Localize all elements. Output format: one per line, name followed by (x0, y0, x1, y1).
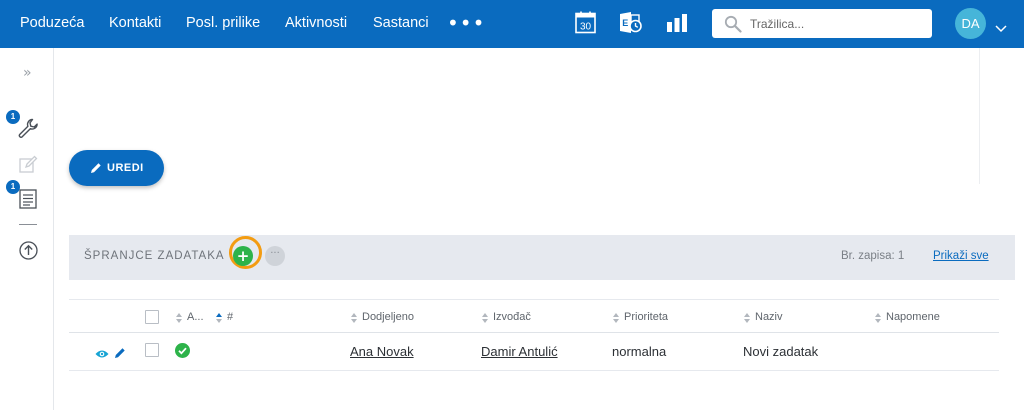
column-header-notes[interactable]: Napomene (886, 311, 940, 323)
sort-icon[interactable] (481, 311, 489, 329)
edit-pencil-icon[interactable] (114, 346, 126, 364)
more-options-button[interactable]: ··· (265, 246, 285, 266)
nav-more-button[interactable]: ••• (447, 13, 485, 33)
sort-icon[interactable] (743, 311, 751, 329)
nav-item-companies[interactable]: Poduzeća (20, 15, 85, 31)
pencil-square-icon (19, 155, 38, 179)
row-checkbox[interactable] (145, 343, 159, 357)
nav-item-contacts[interactable]: Kontakti (109, 15, 161, 31)
select-all-checkbox[interactable] (145, 310, 159, 324)
user-avatar[interactable]: DA (955, 8, 986, 39)
edit-button[interactable]: UREDI (69, 150, 164, 186)
wrench-icon[interactable] (18, 118, 39, 144)
table-top-border (69, 299, 999, 300)
left-sidebar: » 1 1 (0, 48, 54, 410)
assigned-user-link[interactable]: Ana Novak (350, 344, 414, 359)
column-header-name[interactable]: Naziv (755, 311, 783, 323)
exchange-sync-icon[interactable]: E (619, 11, 643, 39)
sort-icon[interactable] (350, 311, 358, 329)
reports-chart-icon[interactable] (666, 13, 688, 38)
column-header-priority[interactable]: Prioriteta (624, 311, 668, 323)
sidebar-divider (19, 224, 37, 225)
task-name-value: Novi zadatak (743, 344, 819, 359)
sort-icon[interactable] (874, 311, 882, 329)
show-all-link[interactable]: Prikaži sve (933, 250, 989, 262)
search-icon (724, 15, 742, 38)
nav-item-activities[interactable]: Aktivnosti (285, 15, 347, 31)
search-box[interactable] (712, 9, 932, 38)
nav-item-opportunities[interactable]: Posl. prilike (186, 15, 260, 31)
sort-icon[interactable] (612, 311, 620, 329)
column-header-status[interactable]: A... (187, 311, 204, 323)
chevron-down-icon[interactable] (995, 20, 1007, 38)
priority-value: normalna (612, 344, 667, 359)
record-count: Br. zapisa: 1 (841, 250, 905, 262)
panel-divider (979, 48, 980, 184)
document-list-icon[interactable] (19, 189, 37, 214)
pencil-icon (90, 162, 102, 177)
column-header-contractor[interactable]: Izvođač (493, 311, 531, 323)
status-check-icon (175, 343, 190, 358)
nav-item-meetings[interactable]: Sastanci (373, 15, 429, 31)
column-header-assigned[interactable]: Dodjeljeno (362, 311, 414, 323)
column-header-number[interactable]: # (227, 311, 233, 323)
expand-sidebar-button[interactable]: » (23, 65, 32, 81)
calendar-icon[interactable]: 30 (575, 11, 596, 39)
arrow-up-circle-icon[interactable] (19, 241, 38, 265)
notification-badge: 1 (6, 180, 20, 194)
notification-badge: 1 (6, 110, 20, 124)
table-header-border (69, 332, 999, 333)
sort-icon[interactable] (215, 311, 223, 329)
table-bottom-border (69, 370, 999, 371)
top-navigation-bar: Poduzeća Kontakti Posl. prilike Aktivnos… (0, 0, 1024, 48)
contractor-link[interactable]: Damir Antulić (481, 344, 558, 359)
svg-text:E: E (622, 18, 628, 28)
edit-button-label: UREDI (107, 162, 144, 174)
task-templates-section-header: ŠPRANJCE ZADATAKA + ··· Br. zapisa: 1 Pr… (69, 235, 1015, 280)
sort-icon[interactable] (175, 311, 183, 329)
section-title: ŠPRANJCE ZADATAKA (84, 250, 225, 262)
add-button[interactable]: + (233, 246, 253, 266)
search-input[interactable] (750, 15, 920, 33)
view-eye-icon[interactable] (95, 346, 109, 364)
calendar-day: 30 (580, 22, 592, 33)
